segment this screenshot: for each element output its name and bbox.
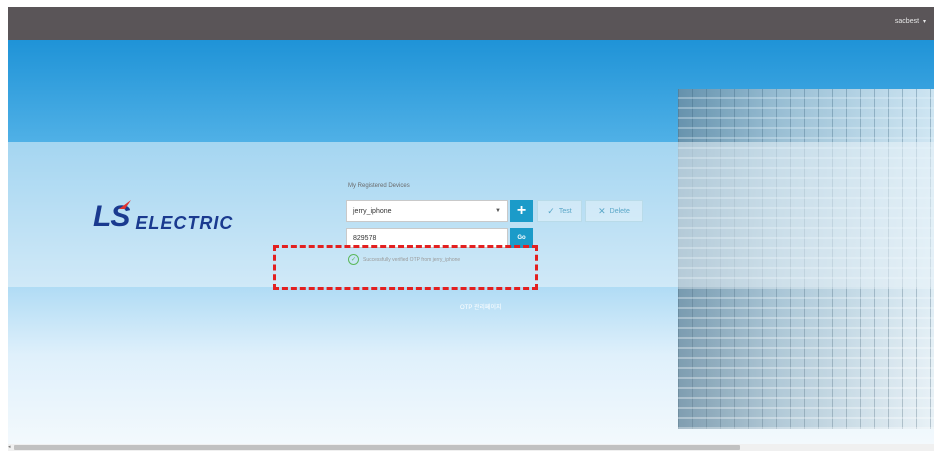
user-name: sacbest bbox=[894, 18, 920, 25]
otp-code-value: 829578 bbox=[353, 234, 377, 242]
scroll-left-icon[interactable]: ◂ bbox=[8, 444, 11, 450]
caret-down-icon: ▾ bbox=[922, 19, 926, 25]
browser-viewport: sacbest ▾ LS ELECTRIC My Registered Devi… bbox=[8, 7, 934, 444]
registered-devices-label: My Registered Devices bbox=[348, 183, 410, 189]
logo-swoosh-icon bbox=[119, 200, 132, 209]
scrollbar-thumb[interactable] bbox=[14, 445, 740, 450]
device-select[interactable]: jerry_iphone ▼ bbox=[346, 200, 508, 222]
test-label: Test bbox=[558, 207, 572, 215]
ls-electric-logo: LS ELECTRIC bbox=[93, 200, 234, 233]
delete-button[interactable]: ✕ Delete bbox=[585, 200, 643, 222]
device-select-value: jerry_iphone bbox=[353, 207, 392, 215]
dropdown-arrow-icon: ▼ bbox=[495, 208, 501, 214]
top-bar: sacbest ▾ bbox=[8, 7, 934, 40]
close-icon: ✕ bbox=[598, 205, 606, 216]
user-menu[interactable]: sacbest ▾ bbox=[895, 18, 926, 25]
highlight-box bbox=[273, 245, 538, 290]
delete-label: Delete bbox=[609, 207, 630, 215]
logo-electric-text: ELECTRIC bbox=[135, 213, 234, 233]
check-icon: ✓ bbox=[547, 205, 555, 216]
horizontal-scrollbar[interactable]: ◂ bbox=[8, 444, 934, 451]
test-button[interactable]: ✓ Test bbox=[537, 200, 582, 222]
otp-management-link[interactable]: OTP 관리페이지 bbox=[460, 302, 502, 311]
add-device-button[interactable]: + bbox=[510, 200, 533, 222]
